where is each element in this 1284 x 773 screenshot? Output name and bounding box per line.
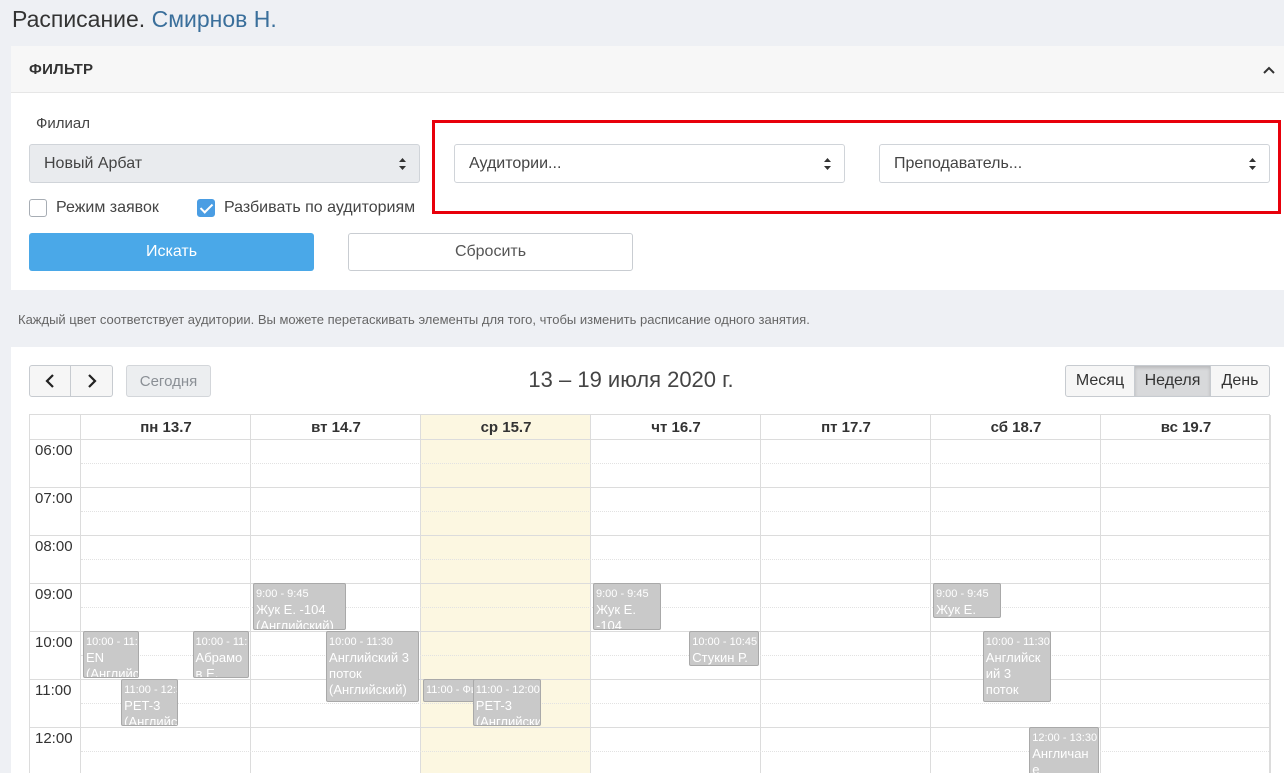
split-rooms-checkbox-row[interactable]: Разбивать по аудиториям: [197, 199, 415, 217]
event-title: Жук Е.: [936, 602, 976, 617]
day-header[interactable]: ср 15.7: [421, 415, 591, 439]
calendar-event[interactable]: 9:00 - 9:45 Жук Е. -104: [593, 583, 662, 630]
time-slot-label: 12:00: [35, 730, 73, 747]
calendar-hint: Каждый цвет соответствует аудитории. Вы …: [18, 312, 810, 327]
view-switcher: Месяц Неделя День: [1065, 365, 1270, 397]
calendar-panel: Сегодня 13 – 19 июля 2020 г. Месяц Недел…: [11, 347, 1284, 773]
highlight-box: [432, 120, 1281, 214]
calendar-event[interactable]: 12:00 - 13:30 Англичан е: [1029, 727, 1099, 773]
time-slot-label: 07:00: [35, 490, 73, 507]
split-rooms-checkbox[interactable]: [197, 199, 215, 217]
calendar-event[interactable]: 10:00 - 11:30 EN (Английский): [83, 631, 140, 678]
grid-vline: [1100, 415, 1101, 773]
event-title: PET-3 (Английский): [475, 698, 540, 726]
event-time: 9:00 - 9:45: [256, 588, 309, 600]
time-slot-label: 06:00: [35, 442, 73, 459]
event-time: 10:00 - 11:30: [329, 636, 394, 648]
grid-vline: [590, 415, 591, 773]
grid-half-hour-line: [81, 463, 1269, 464]
branch-select-value: Новый Арбат: [44, 154, 143, 172]
event-time: 11:00 - 12:00: [475, 684, 540, 696]
day-header[interactable]: сб 18.7: [931, 415, 1101, 439]
filter-title: ФИЛЬТР: [29, 60, 94, 78]
event-title: Абрамо в Е.: [195, 650, 243, 678]
filter-panel: ФИЛЬТР Филиал Новый Арбат Аудитории... П…: [11, 46, 1284, 290]
request-mode-checkbox-row[interactable]: Режим заявок: [29, 199, 159, 217]
next-week-button[interactable]: [71, 365, 113, 397]
day-header[interactable]: пт 17.7: [761, 415, 931, 439]
day-header[interactable]: вт 14.7: [251, 415, 421, 439]
filter-header[interactable]: ФИЛЬТР: [11, 46, 1284, 93]
calendar-event[interactable]: 10:00 - 11:30 Английский 3 поток (Английс…: [326, 631, 419, 702]
grid-header-line: [30, 439, 1269, 440]
today-button[interactable]: Сегодня: [126, 365, 211, 397]
chevron-left-icon: [45, 374, 54, 388]
calendar-event[interactable]: 9:00 - 9:45 Жук Е. -104 (Английский): [253, 583, 346, 630]
grid-vline: [250, 415, 251, 773]
week-grid: пн 13.7 вт 14.7 ср 15.7 чт 16.7 пт 17.7 сб 18…: [29, 414, 1271, 773]
grid-vline: [420, 415, 421, 773]
date-range-title: 13 – 19 июля 2020 г.: [528, 367, 734, 392]
grid-vline: [760, 415, 761, 773]
time-slot-label: 08:00: [35, 538, 73, 555]
grid-vline: [80, 415, 81, 773]
event-title: Английский 3 поток (Английский): [329, 650, 409, 697]
event-time: 9:00 - 9:45: [936, 588, 989, 600]
calendar-event[interactable]: 10:00 - 11:30 Абрамо в Е.: [192, 631, 249, 678]
grid-hour-line: [30, 679, 1269, 680]
page-title-main: Расписание.: [12, 6, 146, 32]
event-title: EN (Английский): [86, 650, 140, 678]
event-time: 10:00 - 10:45: [692, 636, 758, 648]
grid-half-hour-line: [81, 655, 1269, 656]
event-title: Жук Е. -104: [596, 602, 636, 630]
event-title: Стукин Р.: [692, 650, 748, 665]
chevron-right-icon: [87, 374, 97, 388]
event-title: Английск ий 3 поток: [985, 650, 1041, 697]
search-button[interactable]: Искать: [29, 233, 314, 271]
grid-hour-line: [30, 535, 1269, 536]
event-title: Жук Е. -104 (Английский): [256, 602, 334, 630]
view-week-button[interactable]: Неделя: [1134, 365, 1211, 397]
calendar-event[interactable]: 10:00 - 10:45 Стукин Р.: [689, 631, 759, 666]
calendar-event[interactable]: 11:00 - 12:00 PET-3 (Английский): [472, 679, 541, 726]
request-mode-checkbox[interactable]: [29, 199, 47, 217]
grid-half-hour-line: [81, 703, 1269, 704]
reset-button[interactable]: Сбросить: [348, 233, 633, 271]
view-month-button[interactable]: Месяц: [1065, 365, 1135, 397]
day-header[interactable]: пн 13.7: [81, 415, 251, 439]
page-title: Расписание. Смирнов Н.: [12, 6, 277, 33]
branch-select[interactable]: Новый Арбат: [29, 144, 420, 183]
view-day-button[interactable]: День: [1210, 365, 1270, 397]
prev-week-button[interactable]: [29, 365, 71, 397]
event-time: 10:00 - 11:30: [985, 636, 1050, 648]
day-header[interactable]: вс 19.7: [1101, 415, 1271, 439]
time-slot-label: 10:00: [35, 634, 73, 651]
event-time: 10:00 - 11:30: [86, 636, 138, 648]
grid-half-hour-line: [81, 511, 1269, 512]
day-header[interactable]: чт 16.7: [591, 415, 761, 439]
request-mode-label: Режим заявок: [56, 199, 159, 216]
grid-hour-line: [30, 487, 1269, 488]
grid-half-hour-line: [81, 559, 1269, 560]
time-slot-label: 09:00: [35, 586, 73, 603]
event-time: 10:00 - 11:30: [195, 636, 248, 648]
split-rooms-label: Разбивать по аудиториям: [224, 199, 416, 216]
event-title: Англичан е: [1032, 746, 1089, 773]
grid-vline: [930, 415, 931, 773]
page-title-teacher[interactable]: Смирнов Н.: [152, 6, 277, 32]
select-arrows-icon: [399, 158, 406, 170]
grid-vline: [1270, 415, 1271, 773]
event-time: 12:00 - 13:30: [1032, 732, 1098, 744]
nav-group: [29, 365, 113, 397]
event-time: 9:00 - 9:45: [596, 588, 649, 600]
calendar-event[interactable]: 11:00 - 12:30 PET-3 (Английский): [121, 679, 178, 726]
event-time: 11:00 - 12:30: [124, 684, 176, 696]
calendar-event[interactable]: 10:00 - 11:30 Английск ий 3 поток: [982, 631, 1051, 702]
event-title: PET-3 (Английский): [124, 698, 178, 726]
chevron-up-icon[interactable]: [1262, 63, 1276, 77]
branch-label: Филиал: [36, 115, 91, 132]
calendar-event[interactable]: 9:00 - 9:45 Жук Е.: [933, 583, 1002, 618]
time-slot-label: 11:00: [35, 682, 72, 699]
